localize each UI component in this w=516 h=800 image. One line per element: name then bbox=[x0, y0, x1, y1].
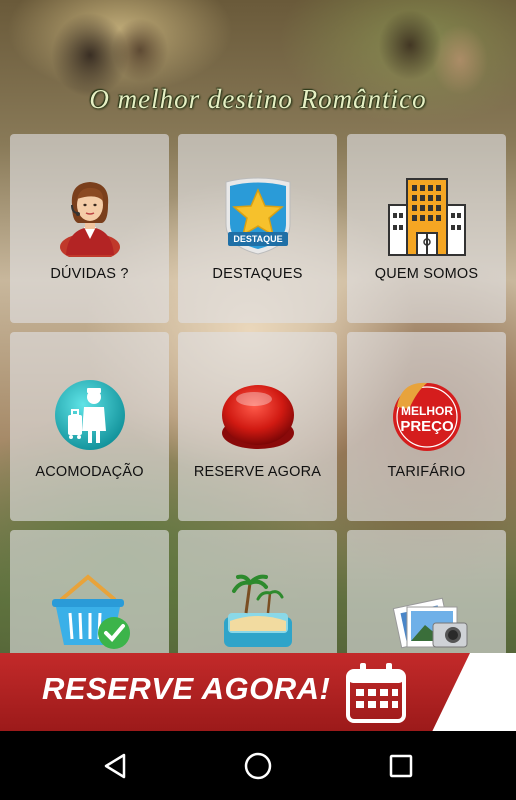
tile-acomodacao[interactable]: ACOMODAÇÃO bbox=[10, 332, 169, 521]
svg-text:PREÇO: PREÇO bbox=[400, 418, 454, 435]
photos-camera-icon bbox=[347, 568, 506, 658]
recents-icon[interactable] bbox=[386, 751, 416, 781]
tile-label: ACOMODAÇÃO bbox=[35, 464, 144, 480]
header-slogan: O melhor destino Romântico bbox=[89, 84, 427, 114]
back-icon[interactable] bbox=[100, 751, 130, 781]
home-icon[interactable] bbox=[243, 751, 273, 781]
tile-label: QUEM SOMOS bbox=[374, 266, 479, 282]
tile-duvidas[interactable]: DÚVIDAS ? bbox=[10, 134, 169, 323]
tile-destaques[interactable]: DESTAQUE DESTAQUES bbox=[178, 134, 337, 323]
reserve-now-banner[interactable]: RESERVE AGORA! bbox=[0, 653, 516, 731]
tile-label: RESERVE AGORA bbox=[193, 464, 322, 480]
svg-text:MELHOR: MELHOR bbox=[401, 404, 453, 418]
receptionist-icon bbox=[10, 172, 169, 262]
banner-text: RESERVE AGORA! bbox=[42, 671, 331, 706]
svg-text:DESTAQUE: DESTAQUE bbox=[233, 234, 282, 244]
app-screen: O melhor destino Romântico DÚVIDAS ? DES… bbox=[0, 0, 516, 800]
best-price-sticker-icon: MELHOR PREÇO bbox=[347, 370, 506, 460]
tile-reserve-agora[interactable]: RESERVE AGORA bbox=[178, 332, 337, 521]
tile-quem-somos[interactable]: QUEM SOMOS bbox=[347, 134, 506, 323]
basket-check-icon bbox=[10, 568, 169, 658]
star-badge-icon: DESTAQUE bbox=[178, 172, 337, 262]
red-button-icon bbox=[178, 370, 337, 460]
navigation-bar bbox=[0, 731, 516, 800]
tile-tarifario[interactable]: MELHOR PREÇO TARIFÁRIO bbox=[347, 332, 506, 521]
building-icon bbox=[347, 172, 506, 262]
tile-label: DESTAQUES bbox=[212, 266, 303, 282]
suitcase-beach-icon bbox=[178, 568, 337, 658]
tile-label: DÚVIDAS ? bbox=[50, 266, 129, 282]
calendar-icon bbox=[344, 663, 408, 728]
tile-label: TARIFÁRIO bbox=[387, 464, 466, 480]
bellboy-icon bbox=[10, 370, 169, 460]
